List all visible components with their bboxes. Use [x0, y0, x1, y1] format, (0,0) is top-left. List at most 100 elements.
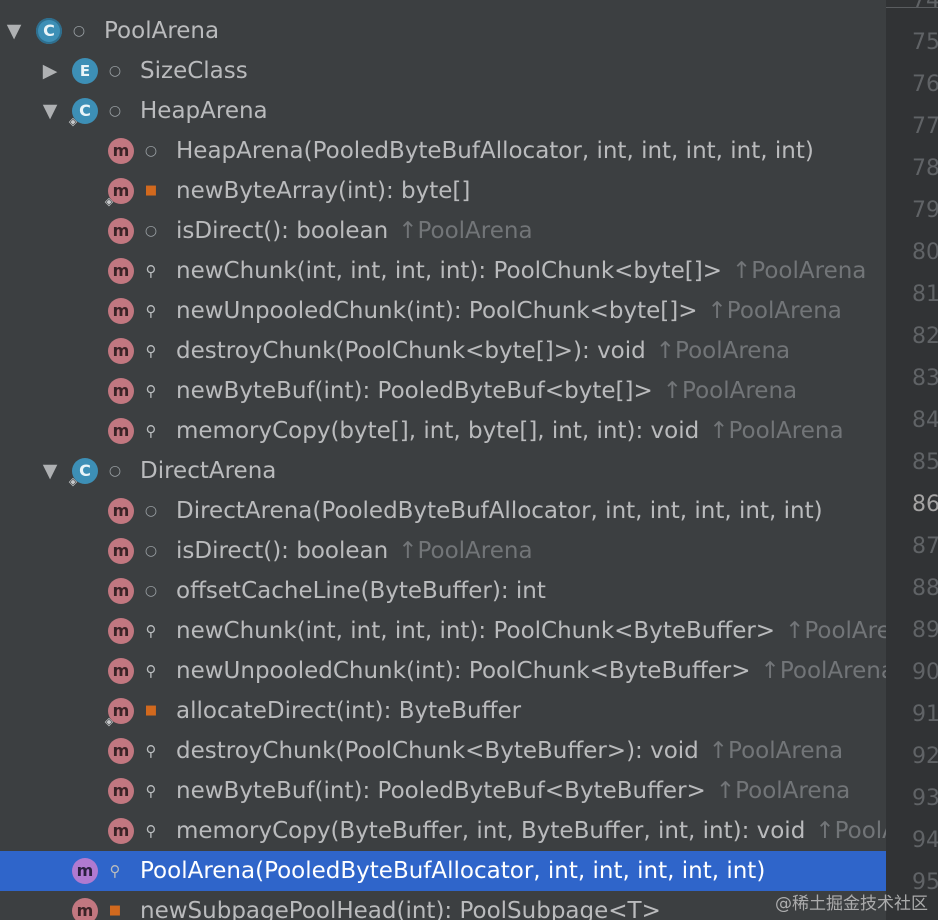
- member-signature: PoolArena: [104, 18, 220, 44]
- tree-row[interactable]: m ⚲ newUnpooledChunk(int): PoolChunk<byte[…: [0, 291, 886, 331]
- public-visibility-icon: ○: [144, 503, 158, 519]
- inherited-from-label: ↑PoolArena: [398, 538, 533, 564]
- line-number: 81: [912, 282, 938, 307]
- public-visibility-icon: ○: [72, 23, 86, 39]
- tree-row[interactable]: m ⚲ destroyChunk(PoolChunk<ByteBuffer>): v…: [0, 731, 886, 771]
- tree-row-label: newByteArray(int): byte[]: [176, 171, 470, 211]
- line-number: 84: [912, 408, 938, 433]
- method-icon: m: [72, 898, 98, 920]
- public-visibility-icon: ○: [108, 63, 122, 79]
- member-signature: PoolArena(PooledByteBufAllocator, int, i…: [140, 858, 766, 884]
- tree-row-label: isDirect(): boolean ↑PoolArena: [176, 211, 533, 251]
- member-signature: newUnpooledChunk(int): PoolChunk<byte[]>: [176, 298, 698, 324]
- inherited-from-label: ↑PoolArena: [785, 618, 886, 644]
- protected-key-icon: ⚲: [145, 782, 157, 800]
- method-icon: m: [108, 138, 134, 164]
- method-icon: m: [108, 538, 134, 564]
- public-visibility-icon: ○: [144, 543, 158, 559]
- method-icon: m: [108, 738, 134, 764]
- line-number: 76: [912, 72, 938, 97]
- member-signature: DirectArena(PooledByteBufAllocator, int,…: [176, 498, 823, 524]
- tree-row[interactable]: m ◈ ■ newByteArray(int): byte[]: [0, 171, 886, 211]
- method-icon: m: [108, 378, 134, 404]
- collapse-arrow-right-icon[interactable]: ▶: [38, 59, 62, 83]
- tree-row[interactable]: m ■ newSubpagePoolHead(int): PoolSubpage<T…: [0, 891, 886, 920]
- watermark: @稀土掘金技术社区: [775, 894, 928, 914]
- method-icon: m: [108, 258, 134, 284]
- inherited-from-label: ↑PoolArena: [398, 218, 533, 244]
- line-number: 83: [912, 366, 938, 391]
- line-number: 88: [912, 576, 938, 601]
- line-number: 93: [912, 786, 938, 811]
- override-marker-icon: ◈: [104, 715, 114, 728]
- line-number: 90: [912, 660, 938, 685]
- inherited-from-label: ↑PoolArena: [709, 418, 844, 444]
- method-icon: m: [108, 778, 134, 804]
- method-icon: m: [108, 218, 134, 244]
- tree-row[interactable]: m ⚲ newUnpooledChunk(int): PoolChunk<ByteB…: [0, 651, 886, 691]
- tree-row[interactable]: m ⚲ destroyChunk(PoolChunk<byte[]>): void ↑…: [0, 331, 886, 371]
- tree-row[interactable]: m ⚲ newChunk(int, int, int, int): PoolChun…: [0, 611, 886, 651]
- tree-row-label: DirectArena(PooledByteBufAllocator, int,…: [176, 491, 823, 531]
- override-marker-icon: ◈: [68, 115, 78, 128]
- member-signature: offsetCacheLine(ByteBuffer): int: [176, 578, 546, 604]
- inherited-from-label: ↑PoolArena: [655, 338, 791, 364]
- public-visibility-icon: ○: [108, 103, 122, 119]
- member-signature: HeapArena(PooledByteBufAllocator, int, i…: [176, 138, 814, 164]
- inherited-from-label: ↑PoolArena: [732, 258, 867, 284]
- protected-key-icon: ⚲: [145, 742, 157, 760]
- protected-key-icon: ⚲: [145, 422, 157, 440]
- tree-row[interactable]: ▼ C ○ PoolArena: [0, 11, 886, 51]
- structure-tree[interactable]: ▼ C ○ PoolArena ▶ E ○ SizeClass ▼ C ◈ ○ HeapArena m ○ H…: [0, 0, 886, 920]
- class-icon: C: [36, 18, 62, 44]
- line-number: 80: [912, 240, 938, 265]
- method-icon: m: [108, 418, 134, 444]
- class-icon: C ◈: [69, 458, 98, 488]
- private-lock-icon: ■: [144, 183, 158, 198]
- member-signature: newUnpooledChunk(int): PoolChunk<ByteBuf…: [176, 658, 751, 684]
- tree-row[interactable]: ▶ E ○ SizeClass: [0, 51, 886, 91]
- tree-row-label: offsetCacheLine(ByteBuffer): int: [176, 571, 546, 611]
- tree-row[interactable]: m ○ isDirect(): boolean ↑PoolArena: [0, 211, 886, 251]
- tree-row[interactable]: m ○ DirectArena(PooledByteBufAllocator, in…: [0, 491, 886, 531]
- protected-key-icon: ⚲: [145, 302, 157, 320]
- tree-row[interactable]: m ○ offsetCacheLine(ByteBuffer): int: [0, 571, 886, 611]
- tree-row[interactable]: m ◈ ■ allocateDirect(int): ByteBuffer: [0, 691, 886, 731]
- tree-row[interactable]: m ⚲ newByteBuf(int): PooledByteBuf<ByteBuf…: [0, 771, 886, 811]
- line-number-gutter: 74 75 76 77 78 79 80 81 82 83 84 85 86 87 88 89 90 91 92 93…: [886, 0, 938, 920]
- tree-row-label: newByteBuf(int): PooledByteBuf<byte[]> ↑P…: [176, 371, 797, 411]
- inherited-from-label: ↑PoolArena: [760, 658, 886, 684]
- tree-row[interactable]: m ⚲ newByteBuf(int): PooledByteBuf<byte[]>…: [0, 371, 886, 411]
- method-icon: m ◈: [105, 698, 134, 728]
- method-icon: m: [72, 858, 98, 884]
- member-signature: newByteBuf(int): PooledByteBuf<byte[]>: [176, 378, 653, 404]
- tree-row-label: allocateDirect(int): ByteBuffer: [176, 691, 521, 731]
- tree-row[interactable]: m ○ HeapArena(PooledByteBufAllocator, int,…: [0, 131, 886, 171]
- tree-row-label: newSubpagePoolHead(int): PoolSubpage<T>: [140, 891, 661, 920]
- expand-arrow-down-icon[interactable]: ▼: [38, 459, 62, 483]
- line-number: 87: [912, 534, 938, 559]
- method-icon: m: [108, 578, 134, 604]
- tree-row[interactable]: m ⚲ memoryCopy(byte[], int, byte[], int, i…: [0, 411, 886, 451]
- public-visibility-icon: ○: [144, 223, 158, 239]
- expand-arrow-down-icon[interactable]: ▼: [2, 19, 26, 43]
- tree-row[interactable]: m ⚲ newChunk(int, int, int, int): PoolChun…: [0, 251, 886, 291]
- tree-row-label: newUnpooledChunk(int): PoolChunk<ByteBuf…: [176, 651, 886, 691]
- expand-arrow-down-icon[interactable]: ▼: [38, 99, 62, 123]
- tree-row[interactable]: ▼ C ◈ ○ HeapArena: [0, 91, 886, 131]
- inherited-from-label: ↑PoolArena: [708, 738, 844, 764]
- tree-row[interactable]: m ⚲ memoryCopy(ByteBuffer, int, ByteBuffer…: [0, 811, 886, 851]
- tree-row-selected[interactable]: m ⚲ PoolArena(PooledByteBufAllocator, int,…: [0, 851, 886, 891]
- tree-row-label: memoryCopy(ByteBuffer, int, ByteBuffer, …: [176, 811, 886, 851]
- line-number: 85: [912, 450, 938, 475]
- protected-key-icon: ⚲: [145, 342, 157, 360]
- tree-row[interactable]: ▼ C ◈ ○ DirectArena: [0, 451, 886, 491]
- member-signature: isDirect(): boolean: [176, 218, 389, 244]
- line-number: 86: [912, 492, 938, 517]
- tree-row-label: newChunk(int, int, int, int): PoolChunk<…: [176, 611, 886, 651]
- member-signature: newByteArray(int): byte[]: [176, 178, 471, 204]
- public-visibility-icon: ○: [144, 583, 158, 599]
- member-signature: DirectArena: [140, 458, 277, 484]
- tree-row[interactable]: m ○ isDirect(): boolean ↑PoolArena: [0, 531, 886, 571]
- method-icon: m: [108, 818, 134, 844]
